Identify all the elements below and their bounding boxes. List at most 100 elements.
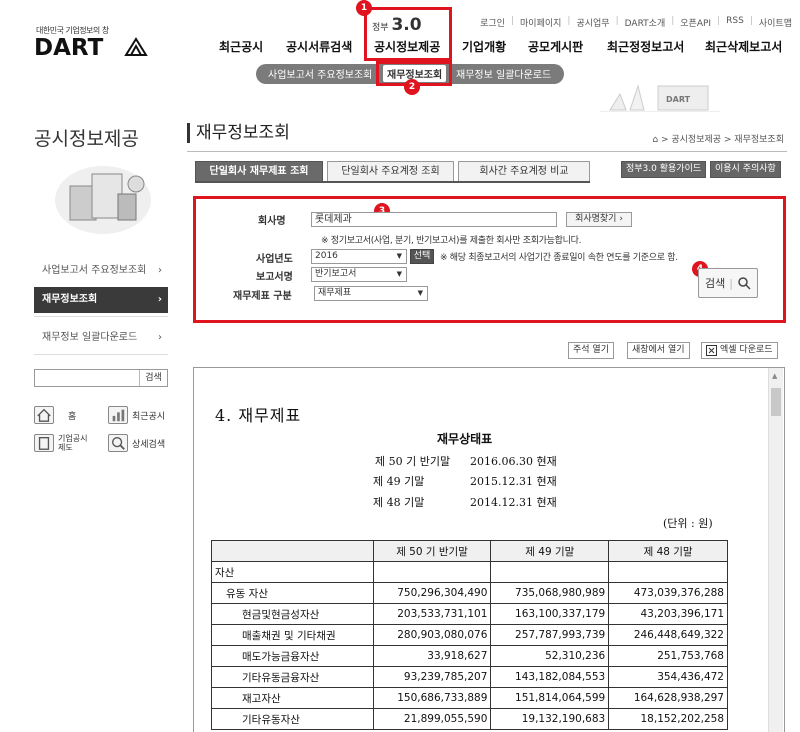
clipboard-icon	[34, 434, 54, 452]
quick-system-label: 기업공시 제도	[58, 434, 88, 452]
fs-type-select-value: 재무제표	[318, 288, 352, 298]
report-label: 보고서명	[256, 272, 293, 283]
search-button[interactable]: 검색 |	[698, 268, 758, 298]
column-header	[211, 540, 374, 562]
scrollbar-thumb[interactable]	[771, 388, 781, 416]
util-about[interactable]: DART소개	[625, 16, 666, 29]
cell-value: 93,239,785,207	[372, 666, 492, 688]
quick-system-button[interactable]: 기업공시 제도	[34, 432, 87, 454]
sidebar-divider	[34, 316, 168, 317]
util-sitemap[interactable]: 사이트맵	[759, 16, 792, 29]
doc-statement-title: 재무상태표	[437, 432, 493, 446]
util-work[interactable]: 공시업무	[576, 16, 609, 29]
util-mypage[interactable]: 마이페이지	[520, 16, 561, 29]
cell-value: 52,310,236	[490, 645, 610, 667]
sidebar-item-label: 사업보고서 주요정보조회	[42, 265, 147, 276]
header-decoration: DART	[600, 84, 720, 112]
cell-value: 33,918,627	[372, 645, 492, 667]
util-openapi[interactable]: 오픈API	[680, 16, 711, 29]
cell-value: 19,132,190,683	[490, 708, 610, 730]
nav-recent-corrections[interactable]: 최근정정보고서	[607, 38, 684, 55]
gov30-guide-button[interactable]: 정부3.0 활용가이드	[621, 161, 707, 178]
util-login[interactable]: 로그인	[480, 16, 505, 29]
sidebar-item-financial-info[interactable]: 재무정보조회 ›	[34, 287, 168, 313]
search-button-label: 검색	[705, 277, 726, 290]
cell-value: 257,787,993,739	[490, 624, 610, 646]
sidebar-item-business-report[interactable]: 사업보고서 주요정보조회 ›	[34, 258, 168, 284]
cell-value: 473,039,376,288	[608, 582, 728, 604]
report-select[interactable]: 반기보고서 ▼	[311, 267, 407, 282]
chevron-right-icon: ›	[157, 294, 162, 305]
cell-value: 251,753,768	[608, 645, 728, 667]
cell-value: 280,903,080,076	[372, 624, 492, 646]
row-label: 유동 자산	[211, 582, 374, 604]
row-label: 기타유동금융자산	[211, 666, 374, 688]
row-label: 자산	[211, 561, 374, 583]
quick-detail-search-button[interactable]: 상세검색	[108, 432, 165, 454]
logo-mark-icon	[124, 37, 148, 56]
company-label: 회사명	[258, 216, 286, 227]
table-row: 자산	[211, 561, 728, 583]
cell-value: 43,203,396,171	[608, 603, 728, 625]
report-scrollbar[interactable]: ▲	[768, 368, 783, 732]
notes-open-button[interactable]: 주석 열기	[568, 342, 614, 359]
nav-recent-disclosure[interactable]: 최근공시	[219, 38, 263, 55]
scroll-up-icon[interactable]: ▲	[772, 372, 777, 380]
excel-download-button[interactable]: 엑셀 다운로드	[701, 342, 778, 359]
cell-value: 246,448,649,322	[608, 624, 728, 646]
tab-compare-accounts[interactable]: 회사간 주요계정 비교	[458, 161, 590, 182]
tab-single-fs[interactable]: 단일회사 재무제표 조회	[195, 161, 323, 182]
chevron-down-icon: ▼	[396, 270, 402, 278]
cell-value: 143,182,084,553	[490, 666, 610, 688]
sidebar-item-bulk-download[interactable]: 재무정보 일괄다운로드 ›	[34, 325, 168, 351]
excel-download-label: 엑셀 다운로드	[720, 345, 773, 355]
cell-value: 163,100,337,179	[490, 603, 610, 625]
tab-single-accounts[interactable]: 단일회사 주요계정 조회	[327, 161, 454, 182]
year-select-value: 2016	[315, 251, 338, 261]
table-header-row: 제 50 기 반기말 제 49 기말 제 48 기말	[211, 540, 728, 562]
highlight-box-menu	[364, 7, 452, 61]
step-badge-2: 2	[404, 79, 420, 95]
chevron-down-icon: ▼	[417, 289, 423, 297]
magnifier-icon	[108, 434, 128, 452]
cell-value: 750,296,304,490	[372, 582, 492, 604]
row-label: 매출채권 및 기타채권	[211, 624, 374, 646]
subnav-business-report[interactable]: 사업보고서 주요정보조회	[268, 66, 372, 81]
deco-logo-text: DART	[666, 95, 691, 104]
table-row: 재고자산 150,686,733,889 151,814,064,599 164…	[211, 687, 728, 709]
table-row: 기타유동금융자산 93,239,785,207 143,182,084,553 …	[211, 666, 728, 688]
home-icon	[34, 406, 54, 424]
cell-value: 203,533,731,101	[372, 603, 492, 625]
balance-sheet-table: 제 50 기 반기말 제 49 기말 제 48 기말 자산 유동 자산 750,…	[211, 540, 728, 730]
column-header: 제 49 기말	[490, 540, 610, 562]
company-note: ※ 정기보고서(사업, 분기, 반기보고서)를 제출한 회사만 조회가능합니다.	[321, 236, 582, 246]
util-rss[interactable]: RSS	[726, 16, 744, 29]
nav-doc-search[interactable]: 공시서류검색	[286, 38, 352, 55]
fs-type-select[interactable]: 재무제표 ▼	[314, 286, 428, 301]
dart-logo[interactable]: DART	[34, 35, 103, 61]
nav-company-overview[interactable]: 기업개황	[462, 38, 506, 55]
nav-offering-board[interactable]: 공모게시판	[528, 38, 583, 55]
sidebar-search-button[interactable]: 검색	[139, 370, 167, 386]
nav-recent-deletions[interactable]: 최근삭제보고서	[705, 38, 782, 55]
usage-notice-button[interactable]: 이용시 주의사항	[710, 161, 781, 178]
cell-value: 164,628,938,297	[608, 687, 728, 709]
excel-icon	[706, 345, 717, 356]
table-row: 매출채권 및 기타채권 280,903,080,076 257,787,993,…	[211, 624, 728, 646]
year-select[interactable]: 2016 ▼	[311, 249, 407, 264]
company-input[interactable]: 롯데제과	[311, 212, 557, 227]
sidebar-item-label: 재무정보조회	[42, 294, 98, 305]
sidebar-title: 공시정보제공	[34, 128, 139, 150]
year-select-button[interactable]: 선택	[410, 249, 434, 264]
title-divider	[187, 151, 787, 152]
company-find-button[interactable]: 회사명찾기 ›	[566, 212, 632, 227]
utility-links: 로그인 | 마이페이지 | 공시업무 | DART소개 | 오픈API | RSS | 사이…	[480, 16, 792, 29]
quick-recent-button[interactable]: 최근공시	[108, 404, 165, 426]
quick-home-button[interactable]: 홈	[34, 404, 76, 426]
breadcrumb: ⌂ > 공시정보제공 > 재무정보조회	[652, 135, 784, 145]
sidebar-search: 검색	[34, 369, 168, 387]
doc-period-label: 제 48 기말	[373, 496, 425, 509]
doc-period-date: 2015.12.31 현재	[470, 475, 557, 488]
new-window-button[interactable]: 새창에서 열기	[627, 342, 690, 359]
subnav-bulk-download[interactable]: 재무정보 일괄다운로드	[456, 66, 551, 81]
